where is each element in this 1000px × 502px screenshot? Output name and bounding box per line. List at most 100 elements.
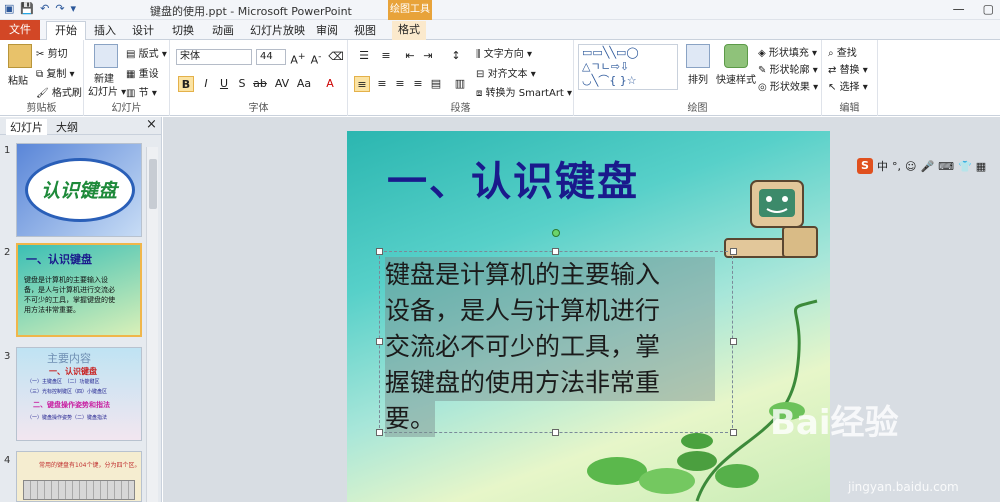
font-size-select[interactable]: 44	[256, 49, 286, 65]
clear-format-icon[interactable]: ⌫	[328, 49, 344, 65]
distributed-icon[interactable]: ▤	[428, 76, 444, 92]
quick-styles-icon[interactable]	[724, 44, 748, 68]
tab-transitions[interactable]: 切换	[172, 22, 194, 38]
tab-slideshow[interactable]: 幻灯片放映	[250, 22, 305, 38]
restore-button[interactable]: ▢	[983, 2, 994, 16]
thumb-line: （一）主键盘区 （二）功能键区	[27, 379, 100, 385]
resize-handle[interactable]	[376, 429, 383, 436]
slide-title[interactable]: 一、认识键盘	[387, 149, 639, 207]
customize-qat-icon[interactable]: ▾	[71, 2, 77, 15]
resize-handle[interactable]	[730, 429, 737, 436]
cut-button[interactable]: ✂ 剪切	[36, 45, 68, 60]
find-button[interactable]: ⌕ 查找	[828, 44, 857, 59]
quick-styles-button[interactable]: 快速样式	[716, 71, 756, 86]
smartart-button[interactable]: ⧈ 转换为 SmartArt ▾	[476, 84, 572, 99]
italic-icon[interactable]: I	[198, 76, 214, 92]
emoji-icon[interactable]: ☺	[905, 160, 916, 173]
toolbox-icon[interactable]: ▦	[976, 160, 986, 173]
tab-format[interactable]: 格式	[392, 21, 426, 40]
body-line: 要。	[385, 401, 436, 437]
tab-insert[interactable]: 插入	[94, 22, 116, 38]
scissors-icon: ✂	[36, 49, 48, 60]
replace-button[interactable]: ⇄ 替换 ▾	[828, 61, 868, 76]
layout-button[interactable]: ▤ 版式 ▾	[126, 45, 167, 60]
slide-thumbnail-1[interactable]: 认识键盘	[16, 143, 142, 237]
paint-bucket-icon: ◈	[758, 48, 769, 59]
section-button[interactable]: ▥ 节 ▾	[126, 84, 157, 99]
ime-punctuation[interactable]: °,	[892, 160, 901, 173]
shapes-gallery[interactable]: ▭▭╲╲▭◯ △ㄱㄴ⇨⇩ ◡╲⌒{ }☆	[578, 44, 678, 90]
align-text-button[interactable]: ⊟ 对齐文本 ▾	[476, 65, 536, 80]
align-center-icon[interactable]: ≡	[374, 76, 390, 92]
select-button[interactable]: ↖ 选择 ▾	[828, 78, 868, 93]
reset-button[interactable]: ▦ 重设	[126, 65, 159, 80]
align-text-icon: ⊟	[476, 69, 488, 80]
tab-design[interactable]: 设计	[132, 22, 154, 38]
columns-icon[interactable]: ▥	[452, 76, 468, 92]
char-spacing-icon[interactable]: AV	[274, 76, 290, 92]
tab-file[interactable]: 文件	[0, 20, 40, 40]
grow-font-icon[interactable]: A+	[290, 49, 306, 67]
format-painter-button[interactable]: 🖌 格式刷	[36, 84, 82, 99]
resize-handle[interactable]	[730, 248, 737, 255]
rotate-handle[interactable]	[552, 229, 560, 237]
shrink-font-icon[interactable]: A-	[308, 49, 324, 67]
font-name-select[interactable]: 宋体	[176, 49, 252, 65]
new-slide-dropdown[interactable]: 幻灯片 ▾	[88, 83, 126, 98]
tab-view[interactable]: 视图	[354, 22, 376, 38]
tab-slides-panel[interactable]: 幻灯片	[6, 119, 47, 135]
window-title: 键盘的使用.ppt - Microsoft PowerPoint	[150, 5, 352, 18]
increase-indent-icon[interactable]: ⇥	[420, 48, 436, 64]
copy-button[interactable]: ⧉ 复制 ▾	[36, 65, 75, 80]
minimize-button[interactable]: —	[953, 2, 965, 16]
tab-animations[interactable]: 动画	[212, 22, 234, 38]
arrange-button[interactable]: 排列	[688, 71, 708, 86]
resize-handle[interactable]	[552, 248, 559, 255]
ime-language[interactable]: 中	[877, 158, 888, 174]
align-right-icon[interactable]: ≡	[392, 76, 408, 92]
close-panel-icon[interactable]: ×	[146, 117, 157, 132]
panel-scrollbar[interactable]	[146, 147, 158, 502]
slide-thumbnail-2[interactable]: 一、认识键盘 键盘是计算机的主要输入设备，是人与计算机进行交流必不可少的工具，掌…	[16, 243, 142, 337]
shape-outline-button[interactable]: ✎ 形状轮廓 ▾	[758, 61, 818, 76]
arrange-icon[interactable]	[686, 44, 710, 68]
microphone-icon[interactable]: 🎤	[920, 160, 934, 173]
resize-handle[interactable]	[376, 338, 383, 345]
justify-icon[interactable]: ≡	[410, 76, 426, 92]
shape-fill-button[interactable]: ◈ 形状填充 ▾	[758, 44, 817, 59]
sogou-icon[interactable]: S	[857, 158, 873, 174]
change-case-icon[interactable]: Aa	[296, 76, 312, 92]
paste-button[interactable]: 粘贴	[8, 72, 28, 87]
smartart-icon: ⧈	[476, 88, 486, 99]
powerpoint-app-icon[interactable]: ▣	[4, 2, 14, 15]
strikethrough-icon[interactable]: ab	[252, 76, 268, 92]
shape-effects-button[interactable]: ◎ 形状效果 ▾	[758, 78, 818, 93]
font-color-icon[interactable]: A	[322, 76, 338, 92]
slide-number: 4	[4, 455, 11, 466]
redo-icon[interactable]: ↷	[55, 2, 64, 15]
tab-home[interactable]: 开始	[46, 21, 86, 40]
numbering-icon[interactable]: ≡	[378, 48, 394, 64]
new-slide-icon[interactable]	[94, 44, 118, 68]
tab-outline-panel[interactable]: 大纲	[56, 119, 78, 135]
bold-icon[interactable]: B	[178, 76, 194, 92]
keyboard-icon[interactable]: ⌨	[938, 160, 954, 173]
align-left-icon[interactable]: ≡	[354, 76, 370, 92]
undo-icon[interactable]: ↶	[40, 2, 49, 15]
save-icon[interactable]: 💾	[20, 2, 34, 15]
shadow-icon[interactable]: S	[234, 76, 250, 92]
scrollbar-thumb[interactable]	[149, 159, 157, 209]
slide-thumbnail-4[interactable]: 常用的键盘有104个键，分为四个区。	[16, 451, 142, 502]
paste-icon[interactable]	[8, 44, 32, 68]
tab-review[interactable]: 审阅	[316, 22, 338, 38]
bullets-icon[interactable]: ☰	[356, 48, 372, 64]
slide-thumbnail-3[interactable]: 主要内容 一、认识键盘 （一）主键盘区 （二）功能键区 （三）光标控制键区（四）…	[16, 347, 142, 441]
resize-handle[interactable]	[730, 338, 737, 345]
text-direction-button[interactable]: ⫼ 文字方向 ▾	[476, 45, 532, 60]
underline-icon[interactable]: U	[216, 76, 232, 92]
skin-icon[interactable]: 👕	[958, 160, 972, 173]
resize-handle[interactable]	[376, 248, 383, 255]
decrease-indent-icon[interactable]: ⇤	[402, 48, 418, 64]
slide-body-text[interactable]: 键盘是计算机的主要输入 设备，是人与计算机进行 交流必不可少的工具，掌 握键盘的…	[385, 257, 715, 437]
line-spacing-icon[interactable]: ↕	[448, 48, 464, 64]
